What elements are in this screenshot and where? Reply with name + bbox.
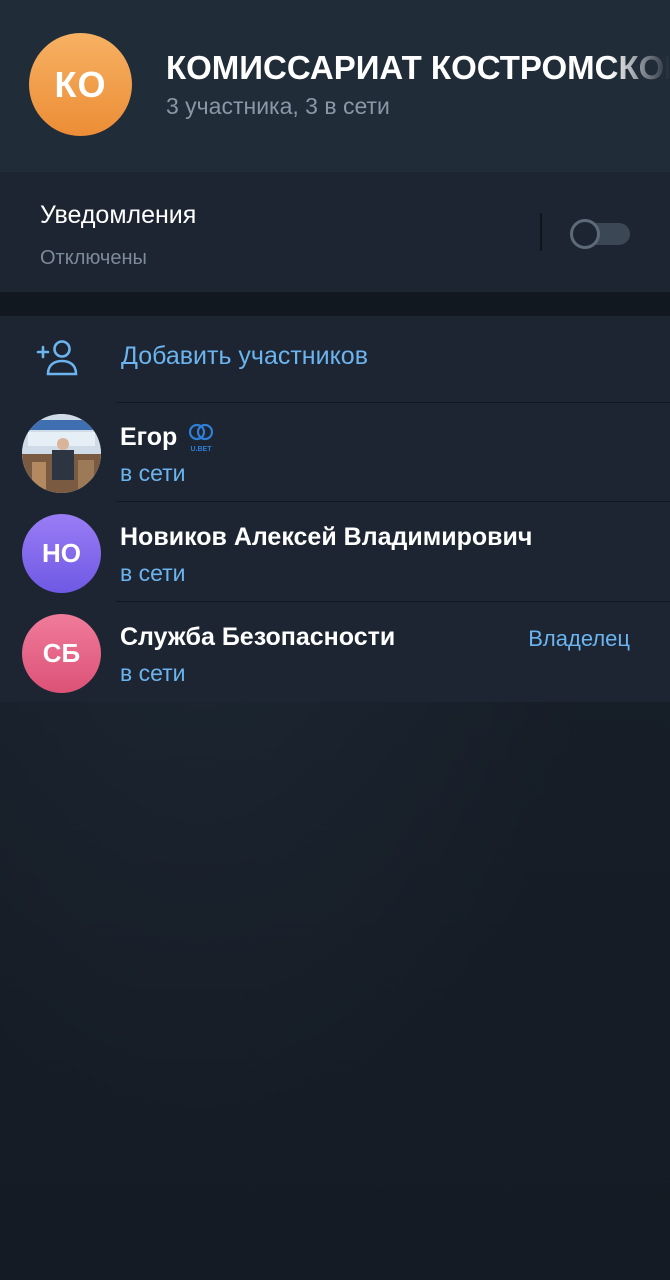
- group-subtitle: 3 участника, 3 в сети: [166, 93, 390, 119]
- member-status: в сети: [120, 460, 186, 486]
- notifications-toggle[interactable]: [570, 219, 630, 249]
- member-status: в сети: [120, 560, 186, 586]
- add-user-icon: [36, 340, 78, 376]
- svg-text:U.BET: U.BET: [191, 446, 213, 453]
- avatar-photo-image: [22, 414, 101, 493]
- member-row-novikov[interactable]: НО Новиков Алексей Владимирович в сети: [0, 502, 670, 602]
- member-name: Служба Безопасности: [120, 623, 396, 651]
- member-name: Новиков Алексей Владимирович: [120, 523, 533, 551]
- notifications-status: Отключены: [40, 247, 147, 269]
- avatar: СБ: [22, 614, 101, 693]
- member-status: в сети: [120, 660, 186, 686]
- notifications-row[interactable]: Уведомления Отключены: [0, 172, 670, 292]
- add-members-label: Добавить участников: [121, 342, 368, 370]
- ubet-logo-icon: U.BET: [188, 423, 214, 453]
- member-row-egor[interactable]: Егор U.BET в сети: [0, 402, 670, 502]
- toggle-knob: [570, 219, 600, 249]
- notifications-divider: [540, 213, 542, 251]
- group-title: КОМИССАРИАТ КОСТРОМСКОГО: [166, 49, 670, 86]
- member-name: Егор: [120, 423, 178, 451]
- group-avatar[interactable]: КО: [29, 33, 132, 136]
- avatar: [22, 414, 101, 493]
- members-section: Добавить участников Егор U.BET в сети НО…: [0, 316, 670, 702]
- avatar: НО: [22, 514, 101, 593]
- member-row-security[interactable]: СБ Служба Безопасности Владелец в сети: [0, 602, 670, 702]
- group-header: КО КОМИССАРИАТ КОСТРОМСКОГО 3 участника,…: [0, 0, 670, 172]
- owner-badge: Владелец: [528, 626, 630, 651]
- add-members-button[interactable]: Добавить участников: [0, 316, 670, 402]
- section-gap: [0, 292, 670, 316]
- notifications-label: Уведомления: [40, 201, 197, 229]
